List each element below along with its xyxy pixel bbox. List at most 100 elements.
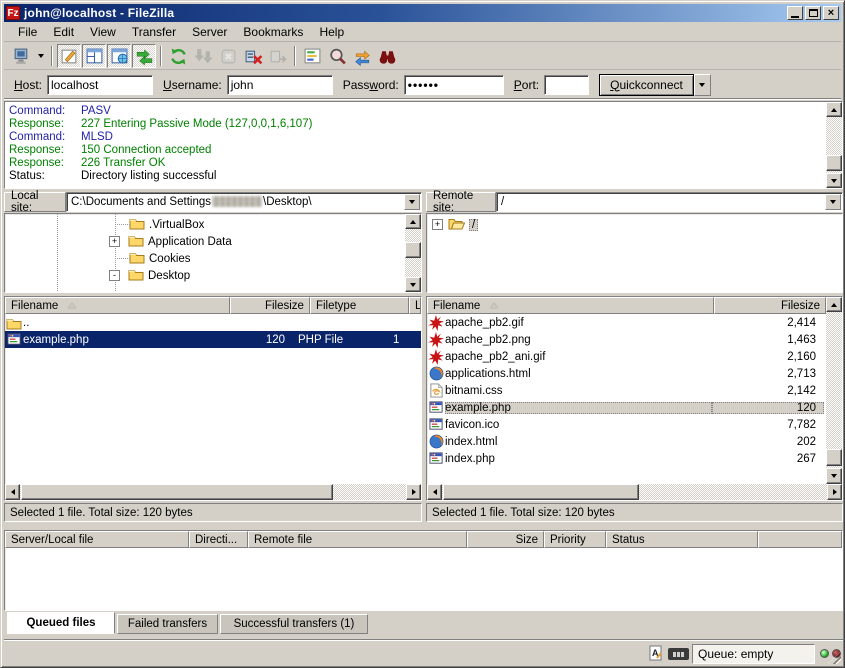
- menu-help[interactable]: Help: [311, 23, 352, 41]
- remote-site-combo[interactable]: /: [496, 192, 843, 212]
- data-type-ascii-icon[interactable]: A: [649, 645, 663, 666]
- collapse-icon[interactable]: -: [109, 270, 120, 281]
- file-row-selected[interactable]: example.php 120: [427, 399, 842, 416]
- close-button[interactable]: ×: [823, 6, 839, 20]
- toggle-message-log-button[interactable]: [57, 44, 81, 68]
- activity-led-green: [820, 649, 829, 658]
- column-header-filename[interactable]: Filename: [427, 297, 714, 314]
- menu-transfer[interactable]: Transfer: [124, 23, 184, 41]
- menu-server[interactable]: Server: [184, 23, 235, 41]
- scroll-down-button[interactable]: [405, 277, 421, 292]
- local-tree-scrollbar[interactable]: [405, 214, 421, 292]
- column-header-filesize[interactable]: Filesize: [714, 297, 826, 314]
- column-header-filetype[interactable]: Filetype: [310, 297, 409, 314]
- scrollbar-thumb[interactable]: [826, 155, 842, 171]
- tree-item-root[interactable]: + /: [427, 216, 842, 233]
- synchronized-browsing-button[interactable]: [350, 44, 374, 68]
- tab-queued-files[interactable]: Queued files: [7, 612, 115, 634]
- directory-listing-filters-button[interactable]: [300, 44, 324, 68]
- reconnect-button[interactable]: [266, 44, 290, 68]
- remote-vscrollbar[interactable]: [826, 297, 842, 484]
- file-row-parent-dir[interactable]: ..: [5, 314, 421, 331]
- tree-item-desktop[interactable]: - Desktop: [5, 267, 421, 284]
- scroll-right-button[interactable]: [827, 484, 842, 500]
- column-header-remote-file[interactable]: Remote file: [248, 531, 467, 548]
- site-manager-dropdown-button[interactable]: [34, 44, 47, 68]
- minimize-icon: [791, 16, 799, 18]
- file-row[interactable]: index.html 202: [427, 433, 842, 450]
- menu-bookmarks[interactable]: Bookmarks: [235, 23, 311, 41]
- process-queue-button[interactable]: [191, 44, 215, 68]
- minimize-button[interactable]: [787, 6, 803, 20]
- menu-edit[interactable]: Edit: [45, 23, 82, 41]
- apache-feather-icon: [427, 332, 445, 348]
- site-manager-button[interactable]: [9, 44, 33, 68]
- file-row[interactable]: favicon.ico 7,782: [427, 416, 842, 433]
- queue-status-panel: Queue: empty: [692, 644, 815, 664]
- log-scrollbar[interactable]: [826, 102, 842, 188]
- toggle-remote-tree-button[interactable]: [107, 44, 131, 68]
- column-header-status[interactable]: Status: [606, 531, 758, 548]
- disconnect-icon: [244, 47, 263, 66]
- column-header-size[interactable]: Size: [467, 531, 544, 548]
- menu-file[interactable]: File: [10, 23, 45, 41]
- file-row[interactable]: applications.html 2,713: [427, 365, 842, 382]
- scroll-up-button[interactable]: [826, 102, 842, 117]
- column-header-server-local-file[interactable]: Server/Local file: [5, 531, 189, 548]
- title-bar[interactable]: Fz john@localhost - FileZilla ×: [4, 4, 841, 22]
- column-header-direction[interactable]: Directi...: [189, 531, 248, 548]
- scrollbar-thumb[interactable]: [21, 484, 333, 500]
- toggle-transfer-queue-button[interactable]: [132, 44, 156, 68]
- file-row[interactable]: bitnami.css 2,142: [427, 382, 842, 399]
- column-header-filename[interactable]: Filename: [5, 297, 230, 314]
- file-row[interactable]: apache_pb2_ani.gif 2,160: [427, 348, 842, 365]
- scroll-left-button[interactable]: [5, 484, 20, 500]
- file-row[interactable]: apache_pb2.png 1,463: [427, 331, 842, 348]
- host-label: Host:: [14, 78, 42, 92]
- scrollbar-thumb[interactable]: [826, 449, 842, 466]
- quickconnect-dropdown-button[interactable]: [694, 74, 711, 96]
- menu-view[interactable]: View: [82, 23, 124, 41]
- remote-site-dropdown-button[interactable]: [825, 194, 841, 210]
- scroll-up-button[interactable]: [826, 297, 842, 312]
- scroll-up-button[interactable]: [405, 214, 421, 229]
- toggle-local-tree-button[interactable]: [82, 44, 106, 68]
- scrollbar-thumb[interactable]: [443, 484, 639, 500]
- column-header-last-modified[interactable]: L: [409, 297, 421, 314]
- scroll-left-button[interactable]: [427, 484, 442, 500]
- tab-failed-transfers[interactable]: Failed transfers: [117, 614, 218, 634]
- file-row[interactable]: apache_pb2.gif 2,414: [427, 314, 842, 331]
- disconnect-button[interactable]: [241, 44, 265, 68]
- scroll-right-button[interactable]: [406, 484, 421, 500]
- expand-icon[interactable]: +: [432, 219, 443, 230]
- speed-limits-icon[interactable]: [668, 648, 689, 660]
- maximize-button[interactable]: [805, 6, 821, 20]
- toolbar-separator: [160, 46, 162, 66]
- column-header-filesize[interactable]: Filesize: [230, 297, 310, 314]
- file-row-example-php[interactable]: example.php 120 PHP File 1: [5, 331, 421, 348]
- remote-hscrollbar[interactable]: [427, 484, 842, 500]
- quickconnect-button[interactable]: Quickconnect: [599, 74, 694, 96]
- message-log: Command:PASV Response:227 Entering Passi…: [4, 101, 843, 189]
- port-input[interactable]: [544, 75, 589, 95]
- file-row[interactable]: index.php 267: [427, 450, 842, 467]
- cancel-operation-button[interactable]: [216, 44, 240, 68]
- password-input[interactable]: ••••••: [404, 75, 504, 95]
- tab-successful-transfers[interactable]: Successful transfers (1): [220, 614, 368, 634]
- column-header-priority[interactable]: Priority: [544, 531, 606, 548]
- scroll-down-button[interactable]: [826, 173, 842, 188]
- host-input[interactable]: localhost: [47, 75, 153, 95]
- tree-item-virtualbox[interactable]: .VirtualBox: [5, 216, 421, 233]
- tree-item-cookies[interactable]: Cookies: [5, 250, 421, 267]
- refresh-button[interactable]: [166, 44, 190, 68]
- scrollbar-thumb[interactable]: [405, 242, 421, 258]
- tree-item-application-data[interactable]: + Application Data: [5, 233, 421, 250]
- scroll-down-button[interactable]: [826, 468, 842, 484]
- local-hscrollbar[interactable]: [5, 484, 421, 500]
- local-site-dropdown-button[interactable]: [404, 194, 420, 210]
- username-input[interactable]: john: [227, 75, 333, 95]
- local-site-combo[interactable]: C:\Documents and Settings\Desktop\: [66, 192, 422, 212]
- directory-comparison-button[interactable]: [325, 44, 349, 68]
- expand-icon[interactable]: +: [109, 236, 120, 247]
- find-files-button[interactable]: [375, 44, 399, 68]
